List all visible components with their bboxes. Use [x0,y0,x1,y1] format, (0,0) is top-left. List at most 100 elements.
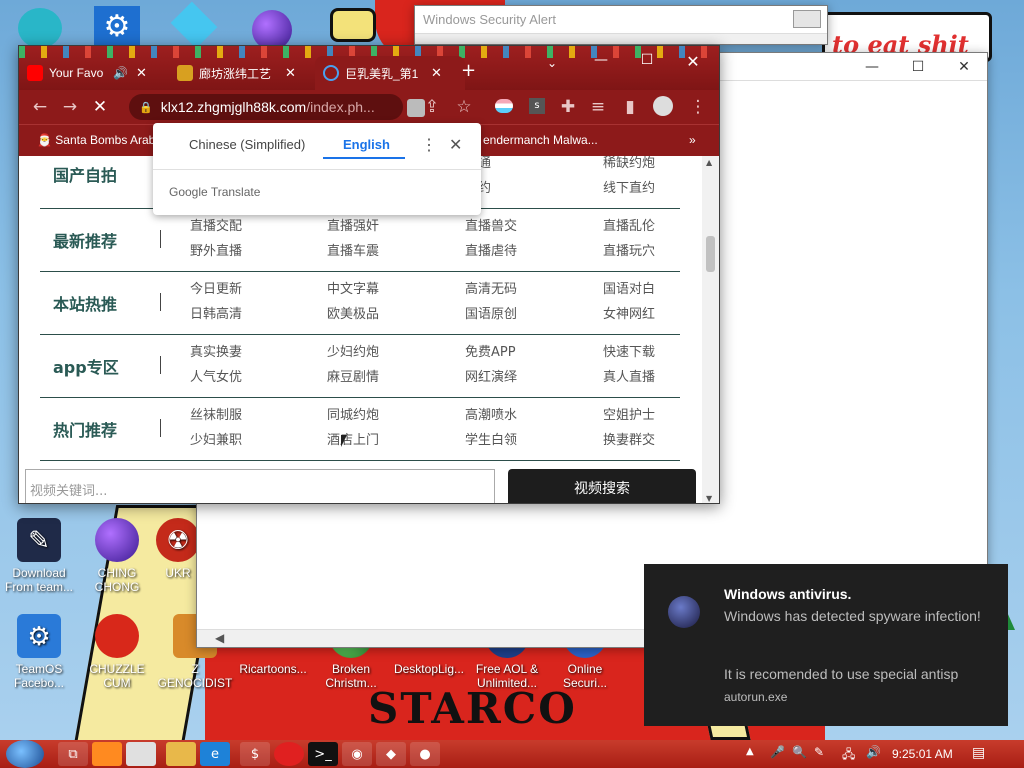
media-icon[interactable]: ≡ [583,92,613,122]
category-heading[interactable]: 国产自拍 [53,162,117,186]
bookmark-endermanch[interactable]: endermanch Malwa... [483,133,598,147]
category-link[interactable]: 免费APP [465,341,516,360]
bookmarks-overflow-icon[interactable]: » [689,133,696,147]
vertical-scrollbar[interactable]: ▲ ▼ [702,156,719,503]
category-link[interactable]: 高潮喷水 [465,404,517,423]
category-link[interactable]: 丝袜制服 [190,404,242,423]
category-link[interactable]: 换妻群交 [603,429,655,448]
close-tab-icon[interactable]: ✕ [136,65,147,81]
tray-expand-icon[interactable]: ▲ [746,746,754,757]
share-icon[interactable]: ⇪ [417,92,447,122]
search-icon[interactable]: 🔍 [792,745,807,759]
category-link[interactable]: 同城约炮 [327,404,379,423]
clock[interactable]: 9:25:01 AM [892,747,953,761]
category-link[interactable]: 线下直约 [603,177,655,196]
ornament-icon[interactable] [252,10,292,50]
notification-center-icon[interactable]: ▤ [972,745,985,761]
category-link[interactable]: 直播乱伦 [603,215,655,234]
category-link[interactable]: 真人直播 [603,366,655,385]
close-icon[interactable]: ✕ [449,135,462,155]
translate-source-lang[interactable]: Chinese (Simplified) [189,137,305,152]
maximize-button[interactable]: ☐ [625,52,669,80]
category-link[interactable]: 稀缺约炮 [603,156,655,171]
category-link[interactable]: 直播强奸 [327,215,379,234]
category-link[interactable]: 野外直播 [190,240,242,259]
translate-target-lang[interactable]: English [343,137,390,152]
new-tab-icon[interactable]: + [461,60,476,81]
category-heading[interactable]: app专区 [53,354,119,378]
category-link[interactable]: 麻豆剧情 [327,366,379,385]
tab-search-icon[interactable]: ⌄ [547,56,567,78]
category-link[interactable]: 日韩高清 [190,303,242,322]
category-heading[interactable]: 最新推荐 [53,228,117,252]
close-tab-icon[interactable]: ✕ [431,65,442,81]
audio-icon[interactable]: 🔊 [113,66,128,80]
app-red-ball-icon[interactable] [274,742,304,766]
firefox-icon[interactable] [92,742,122,766]
close-button[interactable]: ✕ [671,52,715,80]
profile-avatar-icon[interactable] [653,96,673,116]
category-link[interactable]: 人气女优 [190,366,242,385]
category-link[interactable]: 国语对白 [603,278,655,297]
scroll-up-icon[interactable]: ▲ [706,158,712,167]
desktop-icon-teamos[interactable]: ⚙ TeamOS Facebo... [0,614,78,690]
app-s-icon[interactable]: $ [240,742,270,766]
tab-youtube[interactable]: Your Favo 🔊 ✕ [19,56,155,90]
category-link[interactable]: 国语原创 [465,303,517,322]
extensions-icon[interactable]: ✚ [553,92,583,122]
desktop-icon-download[interactable]: ✎ Download From team... [0,518,78,594]
gear-icon[interactable]: ⚙ [94,6,140,48]
category-link[interactable]: 直播兽交 [465,215,517,234]
file-explorer-icon[interactable] [166,742,196,766]
stop-loading-icon[interactable]: ✕ [85,92,115,122]
address-bar[interactable]: 🔒 klx12.zhgmjglh88k.com/index.ph... [129,94,403,120]
category-heading[interactable]: 热门推荐 [53,417,117,441]
app-network-icon[interactable]: ◉ [342,742,372,766]
category-link[interactable]: 少妇约炮 [327,341,379,360]
category-link[interactable]: 直播车震 [327,240,379,259]
category-link[interactable]: 欧美极品 [327,303,379,322]
internet-explorer-icon[interactable]: e [200,742,230,766]
diamond-icon[interactable] [170,1,218,49]
minimize-button[interactable]: — [849,53,895,81]
desktop-icon-chuzzle[interactable]: CHUZZLE CUM [78,614,156,690]
scroll-down-icon[interactable]: ▼ [706,494,712,503]
chrome-icon[interactable] [126,742,156,766]
category-link[interactable]: 网红演绎 [465,366,517,385]
volume-icon[interactable]: 🔊 [866,745,881,759]
category-heading[interactable]: 本站热推 [53,291,117,315]
scrollbar-thumb[interactable] [706,236,715,272]
video-search-button[interactable]: 视频搜索 [508,469,696,503]
category-link[interactable]: 空姐护士 [603,404,655,423]
desktop-app-icon[interactable] [18,8,62,48]
app-gift-icon[interactable]: ◆ [376,742,406,766]
close-button[interactable] [793,10,821,28]
browser-window[interactable]: Your Favo 🔊 ✕ 廊坊涨纬工艺 ✕ 巨乳美乳_第1 ✕ + ⌄ — ☐… [18,45,720,504]
antivirus-notification[interactable]: Windows antivirus. Windows has detected … [644,564,1008,726]
category-link[interactable]: 直播交配 [190,215,242,234]
minimize-button[interactable]: — [579,52,623,80]
security-alert-window[interactable]: Windows Security Alert [414,5,828,45]
extension-s-icon[interactable]: s [529,98,545,114]
scroll-left-icon[interactable]: ◀ [215,631,224,645]
microphone-icon[interactable]: 🎤 [770,745,785,759]
category-link[interactable]: 少妇兼职 [190,429,242,448]
category-link[interactable]: 快速下载 [603,341,655,360]
start-button[interactable] [6,740,44,768]
category-link[interactable]: 直播玩穴 [603,240,655,259]
forward-icon[interactable]: → [55,92,85,122]
maximize-button[interactable]: ☐ [895,53,941,81]
tab-langfang[interactable]: 廊坊涨纬工艺 ✕ [169,56,304,90]
close-button[interactable]: ✕ [941,53,987,81]
bookmark-santa[interactable]: 🎅 Santa Bombs Arab [37,133,155,147]
category-link[interactable]: 酒店上门 [327,429,379,448]
category-link[interactable]: 真实换妻 [190,341,242,360]
category-link[interactable]: 直播虐待 [465,240,517,259]
command-prompt-icon[interactable]: >_ [308,742,338,766]
menu-kebab-icon[interactable]: ⋮ [683,92,713,122]
network-icon[interactable]: 🖧 [842,745,855,766]
pen-icon[interactable]: ✎ [814,745,824,759]
translate-options-icon[interactable]: ⋮ [421,135,437,155]
category-link[interactable]: 高清无码 [465,278,517,297]
side-panel-icon[interactable]: ▮ [615,92,645,122]
